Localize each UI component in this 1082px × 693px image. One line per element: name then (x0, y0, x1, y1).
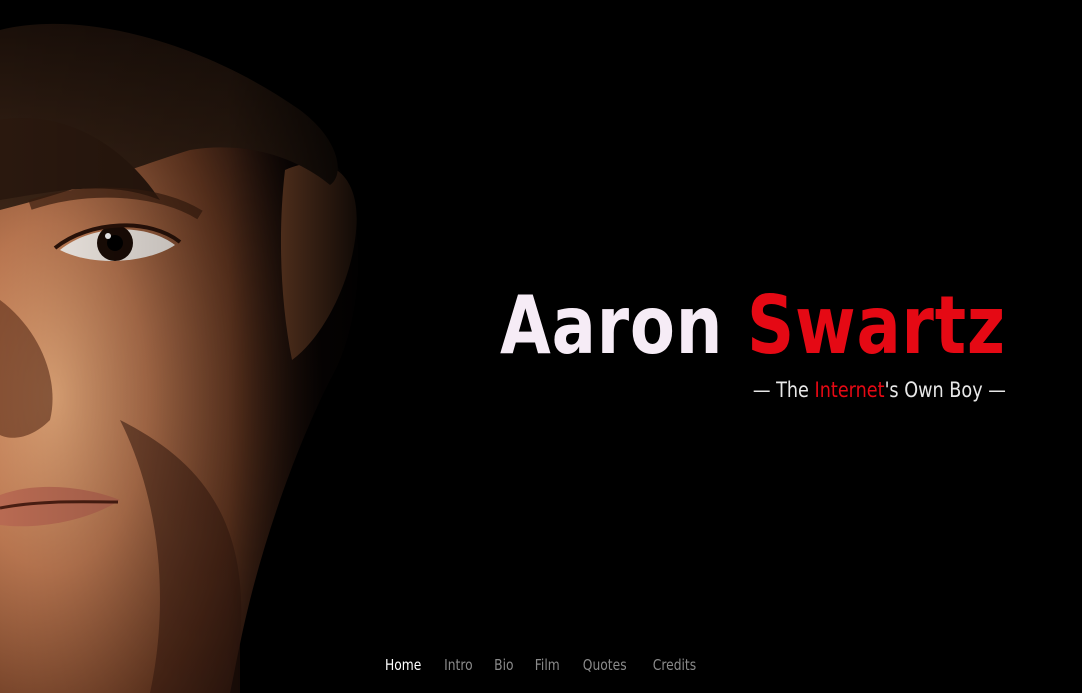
page: Aaron Swartz — The Internet's Own Boy — … (0, 0, 1082, 693)
nav-item-intro[interactable]: Intro (445, 652, 474, 678)
hero-title-block: Aaron Swartz — The Internet's Own Boy — (389, 278, 1006, 404)
portrait-image (0, 0, 380, 693)
tagline-suffix: 's Own Boy — (884, 378, 1006, 402)
bottom-nav: Home Intro Bio Film Quotes Credits (0, 652, 1082, 678)
title-last-name: Swartz (747, 279, 1006, 372)
nav-item-home[interactable]: Home (385, 652, 421, 678)
nav-item-bio[interactable]: Bio (494, 652, 513, 678)
tagline-prefix: — The (752, 378, 815, 402)
nav-item-quotes[interactable]: Quotes (583, 652, 627, 678)
tagline: — The Internet's Own Boy — (488, 376, 1006, 404)
tagline-highlight: Internet (814, 378, 885, 402)
page-title: Aaron Swartz (500, 278, 1006, 374)
nav-item-film[interactable]: Film (535, 652, 560, 678)
nav-item-credits[interactable]: Credits (653, 652, 696, 678)
title-first-name: Aaron (500, 279, 724, 372)
